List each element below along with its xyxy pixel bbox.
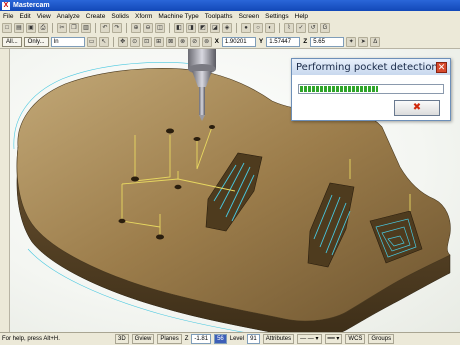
dialog-close-icon[interactable]: ✕ (436, 62, 447, 73)
toolbar-divider (95, 23, 96, 33)
pocket-detection-dialog: Performing pocket detection. ✕ ✖ (291, 58, 451, 121)
view-iso-icon[interactable]: ◈ (222, 23, 232, 33)
snap-point-icon[interactable]: ⊗ (177, 36, 188, 47)
y-coordinate-field[interactable]: 1.57447 (266, 36, 301, 47)
menu-toolpaths[interactable]: Toolpaths (205, 13, 233, 20)
paste-icon[interactable]: ▥ (81, 23, 91, 33)
y-coordinate-label: Y (258, 38, 264, 45)
menu-view[interactable]: View (37, 13, 51, 20)
snap-end-icon[interactable]: ⊡ (141, 36, 152, 47)
z-coordinate-label: Z (303, 38, 308, 45)
menu-create[interactable]: Create (86, 13, 106, 20)
snap-mid-icon[interactable]: ⊞ (153, 36, 164, 47)
menu-screen[interactable]: Screen (239, 13, 260, 20)
post-icon[interactable]: G (320, 23, 330, 33)
snap-center-icon[interactable]: ⊙ (129, 36, 140, 47)
toolbar-divider (126, 23, 127, 33)
view-top-icon[interactable]: ◨ (186, 23, 196, 33)
select-box-icon[interactable]: ▭ (86, 36, 97, 47)
view-cube-icon[interactable]: ◧ (174, 23, 184, 33)
line-style-dropdown[interactable]: — — ▾ (297, 334, 322, 344)
shade-icon[interactable]: ● (241, 23, 251, 33)
snap-icon-extra[interactable]: ⊚ (201, 36, 212, 47)
level-field[interactable]: 91 (247, 334, 260, 344)
copy-icon[interactable]: ❐ (69, 23, 79, 33)
autocursor-icon[interactable]: ✦ (346, 36, 357, 47)
snap-quadrant-icon[interactable]: ⊠ (165, 36, 176, 47)
left-ribbon (0, 49, 10, 332)
dialog-title: Performing pocket detection. (292, 59, 450, 75)
new-file-icon[interactable]: □ (2, 23, 12, 33)
toolbar-divider (236, 23, 237, 33)
menu-bar: File Edit View Analyze Create Solids Xfo… (0, 11, 460, 21)
view-3d-toggle[interactable]: 3D (115, 334, 129, 344)
mastercam-logo-icon: X (2, 1, 10, 10)
snap-tangent-icon[interactable]: ⊘ (189, 36, 200, 47)
attributes-button[interactable]: Attributes (262, 334, 295, 344)
menu-settings[interactable]: Settings (265, 13, 289, 20)
zoom-out-icon[interactable]: ⊖ (143, 23, 153, 33)
fit-icon[interactable]: ◫ (155, 23, 165, 33)
toolbar-divider (169, 23, 170, 33)
cancel-x-icon: ✖ (412, 102, 422, 113)
toolbar-divider (112, 36, 114, 47)
z-coordinate-field[interactable]: 5.65 (310, 36, 345, 47)
menu-edit[interactable]: Edit (19, 13, 30, 20)
z-depth-field[interactable]: -1.81 (191, 334, 212, 344)
view-side-icon[interactable]: ◪ (210, 23, 220, 33)
zoom-icon[interactable]: ⊕ (131, 23, 141, 33)
status-bar: For help, press Alt+H. 3D Gview Planes Z… (0, 332, 460, 345)
selection-toolbar: All... Only... In ▭ ↖ ✥ ⊙ ⊡ ⊞ ⊠ ⊗ ⊘ ⊚ X … (0, 35, 460, 49)
toolbar-divider (279, 23, 280, 33)
cut-icon[interactable]: ✂ (57, 23, 67, 33)
open-folder-icon[interactable]: ▤ (14, 23, 24, 33)
groups-button[interactable]: Groups (368, 334, 395, 344)
delta-icon[interactable]: Δ (370, 36, 381, 47)
save-icon[interactable]: ▣ (26, 23, 36, 33)
menu-solids[interactable]: Solids (111, 13, 129, 20)
title-bar: X Mastercam (0, 0, 460, 11)
snap-icon[interactable]: ✥ (117, 36, 128, 47)
help-text: For help, press Alt+H. (2, 336, 60, 342)
fast-point-icon[interactable]: ➤ (358, 36, 369, 47)
toolpath-icon[interactable]: ⌇ (284, 23, 294, 33)
units-dropdown[interactable]: In (50, 36, 85, 47)
toolbar-divider (52, 23, 53, 33)
print-icon[interactable]: ⎙ (38, 23, 48, 33)
redo-icon[interactable]: ↷ (112, 23, 122, 33)
undo-icon[interactable]: ↶ (100, 23, 110, 33)
verify-icon[interactable]: ✓ (296, 23, 306, 33)
view-front-icon[interactable]: ◩ (198, 23, 208, 33)
line-width-dropdown[interactable]: ━━ ▾ (324, 334, 343, 344)
pointer-icon[interactable]: ↖ (98, 36, 109, 47)
wireframe-icon[interactable]: ○ (253, 23, 263, 33)
menu-analyze[interactable]: Analyze (57, 13, 80, 20)
z-depth-label: Z (184, 336, 189, 342)
main-toolbar: □ ▤ ▣ ⎙ ✂ ❐ ▥ ↶ ↷ ⊕ ⊖ ◫ ◧ ◨ ◩ ◪ ◈ ● ○ ◐ … (0, 21, 460, 35)
menu-help[interactable]: Help (295, 13, 308, 20)
planes-button[interactable]: Planes (157, 334, 182, 344)
x-coordinate-field[interactable]: 1.90201 (221, 36, 256, 47)
gview-button[interactable]: Gview (131, 334, 155, 344)
x-coordinate-label: X (214, 38, 219, 45)
progress-bar-fill (300, 86, 379, 92)
cancel-button[interactable]: ✖ (394, 100, 440, 116)
color-field[interactable]: 56 (214, 334, 227, 344)
select-all-button[interactable]: All... (2, 36, 22, 47)
backplot-icon[interactable]: ↺ (308, 23, 318, 33)
menu-file[interactable]: File (3, 13, 13, 20)
menu-xform[interactable]: Xform (135, 13, 152, 20)
progress-bar (298, 84, 444, 94)
window-title: Mastercam (13, 2, 50, 9)
select-only-button[interactable]: Only... (23, 36, 49, 47)
level-label: Level (229, 336, 245, 342)
menu-machine-type[interactable]: Machine Type (158, 13, 198, 20)
render-icon[interactable]: ◐ (265, 23, 275, 33)
wcs-button[interactable]: WCS (345, 334, 366, 344)
